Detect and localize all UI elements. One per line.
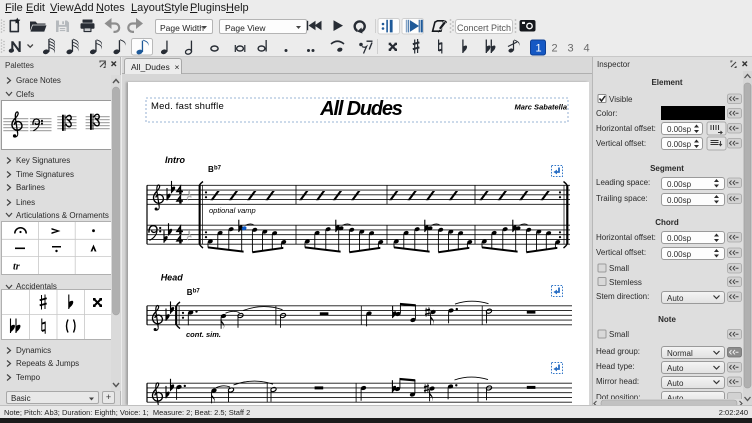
svg-text:b7: b7 [214, 166, 222, 172]
svg-text:All Dudes: All Dudes [319, 98, 403, 120]
svg-text:Intro: Intro [165, 155, 185, 165]
svg-text:2: 2 [552, 43, 558, 55]
svg-text:4: 4 [584, 43, 590, 55]
svg-text:1: 1 [536, 43, 542, 55]
svg-text:Marc Sabatella: Marc Sabatella [514, 103, 567, 112]
svg-text:cont. sim.: cont. sim. [186, 330, 221, 339]
svg-text:3: 3 [568, 43, 574, 55]
svg-text:optional vamp: optional vamp [209, 206, 256, 215]
svg-text:Med. fast shuffle: Med. fast shuffle [151, 101, 224, 112]
svg-text:Head: Head [161, 273, 184, 283]
svg-text:tr: tr [13, 262, 20, 273]
svg-text:b7: b7 [193, 289, 201, 295]
